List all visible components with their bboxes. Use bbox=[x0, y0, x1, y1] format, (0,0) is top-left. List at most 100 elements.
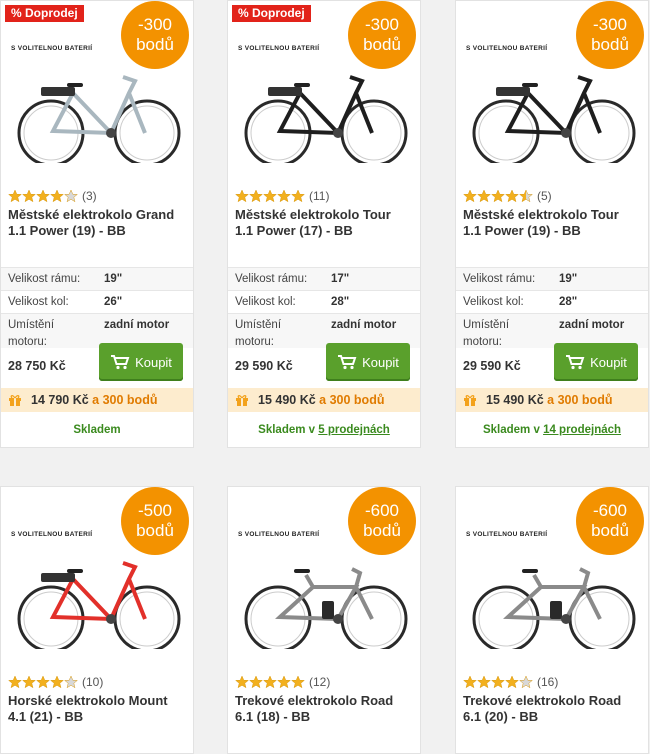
bike-image bbox=[472, 567, 636, 653]
star-icon bbox=[277, 189, 291, 203]
points-discount-badge: -300 bodů bbox=[121, 1, 189, 69]
star-icon bbox=[463, 675, 477, 689]
spec-row: Velikost kol: 28" bbox=[228, 290, 420, 313]
stock-text: Skladem v bbox=[482, 424, 544, 436]
stock-status: Skladem v 14 prodejnách bbox=[456, 424, 648, 436]
spec-value: 26" bbox=[104, 296, 123, 308]
star-icon bbox=[505, 189, 519, 203]
cart-icon bbox=[566, 355, 585, 370]
star-icon bbox=[505, 675, 519, 689]
star-icon bbox=[491, 189, 505, 203]
spec-value: 19" bbox=[559, 273, 578, 285]
product-title[interactable]: Trekové elektrokolo Road 6.1 (20) - BB bbox=[463, 693, 638, 725]
spec-label: Velikost kol: bbox=[8, 296, 69, 308]
buy-label: Koupit bbox=[590, 354, 627, 370]
star-icon bbox=[463, 189, 477, 203]
points-amount: 300 bodů bbox=[329, 393, 385, 407]
star-icon bbox=[235, 675, 249, 689]
star-icon bbox=[249, 189, 263, 203]
star-icon bbox=[64, 189, 78, 203]
gift-icon bbox=[9, 395, 21, 406]
rating[interactable]: (12) bbox=[235, 675, 330, 689]
buy-button[interactable]: Koupit bbox=[554, 343, 638, 381]
star-icon bbox=[249, 675, 263, 689]
battery-label: S VOLITELNOU BATERIÍ bbox=[238, 45, 320, 52]
bike-image bbox=[17, 561, 181, 653]
rating[interactable]: (16) bbox=[463, 675, 558, 689]
star-icon bbox=[8, 189, 22, 203]
points-value: -300 bbox=[137, 15, 173, 34]
spec-row: Umístění zadní motor bbox=[228, 313, 420, 336]
gift-icon bbox=[236, 395, 248, 406]
product-title[interactable]: Městské elektrokolo Tour 1.1 Power (17) … bbox=[235, 207, 410, 239]
spec-label: Velikost kol: bbox=[463, 296, 524, 308]
battery-label: S VOLITELNOU BATERIÍ bbox=[11, 45, 93, 52]
points-discount-badge: -300 bodů bbox=[576, 1, 644, 69]
star-icon bbox=[519, 675, 533, 689]
points-conjunction: a bbox=[315, 393, 330, 407]
points-unit: bodů bbox=[363, 35, 401, 54]
points-value: -500 bbox=[137, 501, 173, 520]
product-title[interactable]: Trekové elektrokolo Road 6.1 (18) - BB bbox=[235, 693, 410, 725]
points-discount-badge: -300 bodů bbox=[348, 1, 416, 69]
rating-count: (16) bbox=[537, 675, 559, 689]
stock-status: Skladem bbox=[1, 424, 193, 436]
rating[interactable]: (11) bbox=[235, 189, 329, 203]
product-title[interactable]: Městské elektrokolo Tour 1.1 Power (19) … bbox=[463, 207, 638, 239]
buy-button[interactable]: Koupit bbox=[99, 343, 183, 381]
points-unit: bodů bbox=[591, 521, 629, 540]
rating[interactable]: (10) bbox=[8, 675, 103, 689]
product-card[interactable]: S VOLITELNOU BATERIÍ % Doprodej -300 bod… bbox=[0, 0, 194, 448]
points-price: 14 790 Kč bbox=[31, 393, 89, 407]
bike-image bbox=[244, 75, 408, 167]
product-card[interactable]: S VOLITELNOU BATERIÍ -300 bodů (5) Městsk… bbox=[455, 0, 649, 448]
star-icon bbox=[519, 189, 533, 203]
star-icon bbox=[277, 675, 291, 689]
product-title[interactable]: Horské elektrokolo Mount 4.1 (21) - BB bbox=[8, 693, 183, 725]
spec-row: Velikost rámu: 17" bbox=[228, 267, 420, 290]
points-price-bar: 15 490 Kč a 300 bodů bbox=[228, 388, 420, 412]
points-unit: bodů bbox=[591, 35, 629, 54]
rating[interactable]: (5) bbox=[463, 189, 552, 203]
points-unit: bodů bbox=[363, 521, 401, 540]
spec-row: Velikost kol: 28" bbox=[456, 290, 648, 313]
battery-label: S VOLITELNOU BATERIÍ bbox=[238, 531, 320, 538]
points-price: 15 490 Kč bbox=[486, 393, 544, 407]
star-icon bbox=[477, 189, 491, 203]
star-icon bbox=[36, 675, 50, 689]
points-discount-badge: -500 bodů bbox=[121, 487, 189, 555]
rating[interactable]: (3) bbox=[8, 189, 97, 203]
rating-count: (3) bbox=[82, 189, 97, 203]
points-price: 15 490 Kč bbox=[258, 393, 316, 407]
bike-image bbox=[244, 567, 408, 653]
stock-status: Skladem v 5 prodejnách bbox=[228, 424, 420, 436]
product-card[interactable]: S VOLITELNOU BATERIÍ -600 bodů (12) Treko… bbox=[227, 486, 421, 754]
points-unit: bodů bbox=[136, 35, 174, 54]
spec-value: 28" bbox=[331, 296, 350, 308]
stock-text: Skladem bbox=[73, 424, 121, 436]
star-icon bbox=[22, 189, 36, 203]
price: 29 590 Kč bbox=[235, 359, 293, 373]
star-icon bbox=[50, 189, 64, 203]
product-card[interactable]: S VOLITELNOU BATERIÍ -600 bodů (16) Treko… bbox=[455, 486, 649, 754]
star-icon bbox=[263, 675, 277, 689]
battery-label: S VOLITELNOU BATERIÍ bbox=[466, 531, 548, 538]
spec-label: Umístění bbox=[235, 319, 282, 331]
spec-label: Umístění bbox=[463, 319, 510, 331]
buy-button[interactable]: Koupit bbox=[326, 343, 410, 381]
star-icon bbox=[291, 189, 305, 203]
spec-row: Velikost rámu: 19" bbox=[456, 267, 648, 290]
product-card[interactable]: S VOLITELNOU BATERIÍ % Doprodej -300 bod… bbox=[227, 0, 421, 448]
rating-count: (12) bbox=[309, 675, 331, 689]
spec-label: Velikost rámu: bbox=[463, 273, 536, 285]
stores-link[interactable]: 5 prodejnách bbox=[318, 424, 390, 436]
star-icon bbox=[491, 675, 505, 689]
stores-link[interactable]: 14 prodejnách bbox=[543, 424, 621, 436]
points-discount-badge: -600 bodů bbox=[576, 487, 644, 555]
product-card[interactable]: S VOLITELNOU BATERIÍ -500 bodů (10) Horsk… bbox=[0, 486, 194, 754]
spec-value: 17" bbox=[331, 273, 350, 285]
spec-value: 19" bbox=[104, 273, 123, 285]
star-icon bbox=[477, 675, 491, 689]
spec-value: zadní motor bbox=[559, 319, 625, 331]
product-title[interactable]: Městské elektrokolo Grand 1.1 Power (19)… bbox=[8, 207, 183, 239]
